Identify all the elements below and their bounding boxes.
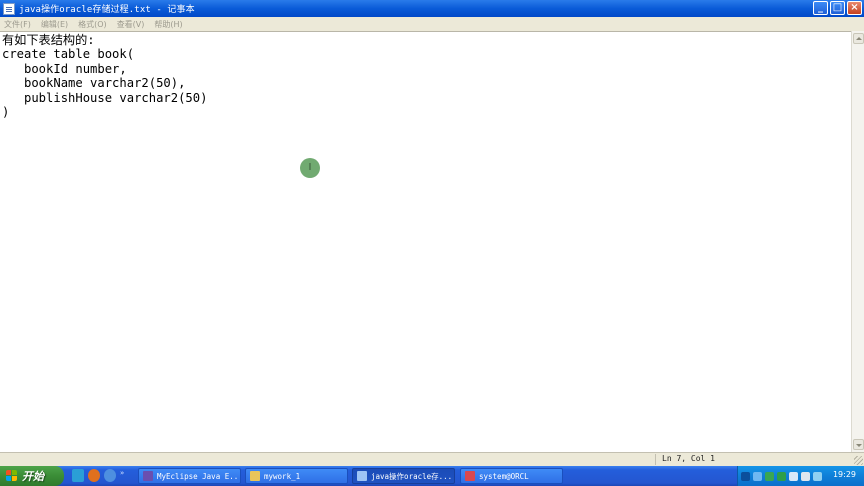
taskbar: 开始 » MyEclipse Java E... mywork_1 java操作…: [0, 466, 864, 486]
clock[interactable]: 19:29: [833, 470, 856, 479]
editor-line: bookName varchar2(50),: [2, 76, 186, 91]
maximize-button[interactable]: □: [830, 1, 845, 15]
browser-icon[interactable]: [104, 469, 116, 482]
status-divider: [655, 454, 656, 465]
title-bar[interactable]: java操作oracle存储过程.txt - 记事本 _ □ ×: [0, 0, 864, 17]
cursor-position: Ln 7, Col 1: [662, 454, 715, 463]
editor-content[interactable]: 有如下表结构的: create table book( bookId number…: [2, 33, 207, 119]
scroll-up-icon[interactable]: [853, 33, 864, 44]
menu-format[interactable]: 格式(O): [78, 19, 107, 30]
scroll-down-icon[interactable]: [853, 439, 864, 450]
mouse-cursor-icon: I: [300, 158, 320, 178]
notepad-icon[interactable]: [3, 2, 15, 15]
quick-launch-more-icon[interactable]: »: [120, 469, 124, 482]
status-bar: Ln 7, Col 1: [0, 452, 864, 466]
task-sqlplus[interactable]: system@ORCL: [460, 468, 563, 484]
task-label: mywork_1: [264, 471, 301, 481]
task-label: system@ORCL: [479, 471, 529, 481]
editor-line: 有如下表结构的:: [2, 33, 95, 47]
menu-view[interactable]: 查看(V): [117, 19, 145, 30]
window-controls: _ □ ×: [813, 1, 862, 15]
tray-hide-icon[interactable]: [741, 471, 750, 481]
volume-icon[interactable]: [801, 471, 810, 481]
menu-file[interactable]: 文件(F): [4, 19, 31, 30]
editor-line: publishHouse varchar2(50): [2, 90, 208, 105]
editor-line: create table book(: [2, 47, 135, 62]
notepad-window: java操作oracle存储过程.txt - 记事本 _ □ × 文件(F) 编…: [0, 0, 864, 466]
task-label: java操作oracle存...: [371, 471, 453, 481]
system-tray: 19:29: [737, 466, 864, 486]
task-notepad[interactable]: java操作oracle存...: [352, 468, 455, 484]
chat-icon[interactable]: [813, 471, 822, 481]
myeclipse-icon: [143, 471, 153, 481]
network-icon[interactable]: [753, 471, 762, 481]
task-label: MyEclipse Java E...: [157, 471, 241, 481]
start-label: 开始: [22, 470, 44, 483]
text-editor[interactable]: 有如下表结构的: create table book( bookId number…: [0, 31, 851, 452]
task-folder[interactable]: mywork_1: [245, 468, 348, 484]
minimize-button[interactable]: _: [813, 1, 828, 15]
menu-edit[interactable]: 编辑(E): [41, 19, 68, 30]
resize-grip-icon[interactable]: [854, 456, 863, 465]
task-myeclipse[interactable]: MyEclipse Java E...: [138, 468, 241, 484]
folder-icon: [250, 471, 260, 481]
menu-bar: 文件(F) 编辑(E) 格式(O) 查看(V) 帮助(H): [0, 17, 864, 31]
update-icon[interactable]: [777, 471, 786, 481]
editor-line: ): [2, 105, 10, 120]
sqlplus-icon: [465, 471, 475, 481]
menu-help[interactable]: 帮助(H): [154, 19, 182, 30]
vertical-scrollbar[interactable]: [851, 31, 864, 452]
show-desktop-icon[interactable]: [72, 469, 84, 482]
security-icon[interactable]: [765, 471, 774, 481]
editor-line: bookId number,: [2, 61, 127, 76]
firefox-icon[interactable]: [88, 469, 100, 482]
quick-launch: »: [72, 469, 124, 482]
windows-logo-icon: [6, 470, 18, 482]
notepad-task-icon: [357, 471, 367, 481]
antivirus-icon[interactable]: [789, 471, 798, 481]
start-button[interactable]: 开始: [0, 466, 64, 486]
close-button[interactable]: ×: [847, 1, 862, 15]
window-title: java操作oracle存储过程.txt - 记事本: [19, 5, 195, 15]
